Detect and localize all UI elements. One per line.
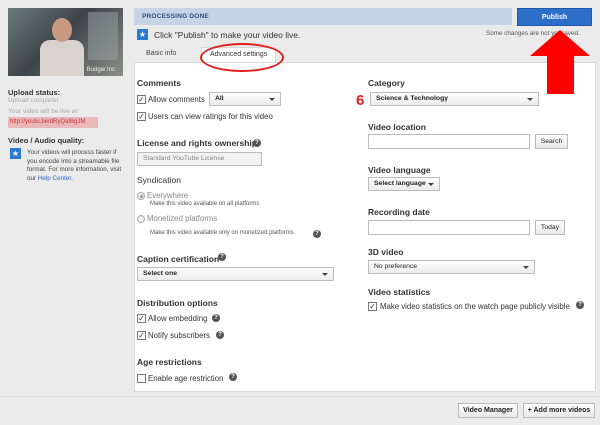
thumbnail-caption: Budgie Inc <box>86 67 115 73</box>
quality-label: Video / Audio quality: <box>8 136 85 145</box>
license-title: License and rights ownership <box>137 138 257 148</box>
location-title: Video location <box>368 122 426 132</box>
add-more-videos-button[interactable]: + Add more videos <box>523 403 595 418</box>
upload-status-label: Upload status: <box>8 88 61 97</box>
statistics-label: Make video statistics on the watch page … <box>380 302 570 311</box>
chevron-down-icon <box>523 266 529 269</box>
allow-comments-label: Allow comments <box>148 95 205 104</box>
chevron-down-icon <box>269 98 275 101</box>
info-icon: ★ <box>10 148 21 159</box>
caption-title: Caption certification <box>137 254 220 264</box>
quality-text: Your videos will process faster if you e… <box>27 149 122 183</box>
tab-basic-info[interactable]: Basic info <box>138 47 184 62</box>
license-select[interactable]: Standard YouTube License <box>137 152 262 166</box>
comments-select-value: All <box>215 95 224 102</box>
help-icon[interactable]: ? <box>216 331 224 339</box>
radio-everywhere[interactable] <box>137 192 145 200</box>
age-checkbox[interactable] <box>137 374 146 383</box>
monetized-label: Monetized platforms <box>147 214 218 223</box>
help-icon[interactable]: ? <box>313 230 321 238</box>
chevron-down-icon <box>322 273 328 276</box>
statistics-checkbox[interactable]: ✓ <box>368 302 377 311</box>
red-arrow-stem <box>547 55 574 94</box>
notify-label: Notify subscribers <box>148 331 210 340</box>
statistics-title: Video statistics <box>368 287 431 297</box>
radio-monetized[interactable] <box>137 215 145 223</box>
today-button[interactable]: Today <box>535 220 565 235</box>
ratings-label: Users can view ratings for this video <box>148 112 273 121</box>
syndication-title: Syndication <box>137 175 181 185</box>
chevron-down-icon <box>527 98 533 101</box>
comments-title: Comments <box>137 78 181 88</box>
3d-title: 3D video <box>368 247 404 257</box>
monetized-desc: Make this video available only on moneti… <box>150 230 294 236</box>
license-select-value: Standard YouTube License <box>143 155 225 162</box>
upload-status-value: Upload complete! <box>8 97 59 104</box>
everywhere-desc: Make this video available on all platfor… <box>150 201 260 207</box>
age-label: Enable age restriction <box>148 374 224 383</box>
caption-select-value: Select one <box>143 270 177 277</box>
language-select-value: Select language <box>374 180 426 187</box>
help-icon[interactable]: ? <box>576 301 584 309</box>
help-icon[interactable]: ? <box>218 253 226 261</box>
everywhere-label: Everywhere <box>147 191 189 200</box>
help-icon[interactable]: ? <box>229 373 237 381</box>
recording-date-input[interactable] <box>368 220 530 235</box>
ratings-checkbox[interactable]: ✓ <box>137 112 146 121</box>
video-url[interactable]: http://youtu.be/dRyQatBgJM <box>8 117 98 128</box>
allow-comments-checkbox[interactable]: ✓ <box>137 95 146 104</box>
publish-hint: Click "Publish" to make your video live. <box>154 30 301 40</box>
annotation-oval <box>200 43 284 72</box>
help-icon[interactable]: ? <box>212 314 220 322</box>
3d-select[interactable]: No preference <box>368 260 535 274</box>
category-select[interactable]: Science & Technology <box>370 92 539 106</box>
chevron-down-icon <box>428 183 434 186</box>
embedding-label: Allow embedding <box>148 314 208 323</box>
embedding-checkbox[interactable]: ✓ <box>137 314 146 323</box>
red-arrow-up-icon <box>530 30 590 56</box>
category-select-value: Science & Technology <box>376 95 449 102</box>
recording-title: Recording date <box>368 207 430 217</box>
language-select[interactable]: Select language <box>368 177 440 191</box>
video-manager-button[interactable]: Video Manager <box>458 403 518 418</box>
publish-button[interactable]: Publish <box>517 8 592 26</box>
distribution-title: Distribution options <box>137 298 218 308</box>
annotation-step-number: 6 <box>356 92 365 109</box>
video-thumbnail: Budgie Inc <box>8 8 123 76</box>
3d-select-value: No preference <box>374 263 418 270</box>
language-title: Video language <box>368 165 431 175</box>
star-icon: ★ <box>137 29 148 40</box>
live-at-label: Your video will be live at: <box>8 108 79 115</box>
search-button[interactable]: Search <box>535 134 568 149</box>
comments-select[interactable]: All <box>209 92 281 106</box>
category-title: Category <box>368 78 405 88</box>
notify-checkbox[interactable]: ✓ <box>137 331 146 340</box>
location-input[interactable] <box>368 134 530 149</box>
age-title: Age restrictions <box>137 357 202 367</box>
help-center-suffix: . <box>71 174 73 182</box>
status-banner: PROCESSING DONE <box>134 8 512 25</box>
help-center-link[interactable]: Help Center <box>38 175 71 182</box>
help-icon[interactable]: ? <box>253 139 261 147</box>
caption-select[interactable]: Select one <box>137 267 334 281</box>
